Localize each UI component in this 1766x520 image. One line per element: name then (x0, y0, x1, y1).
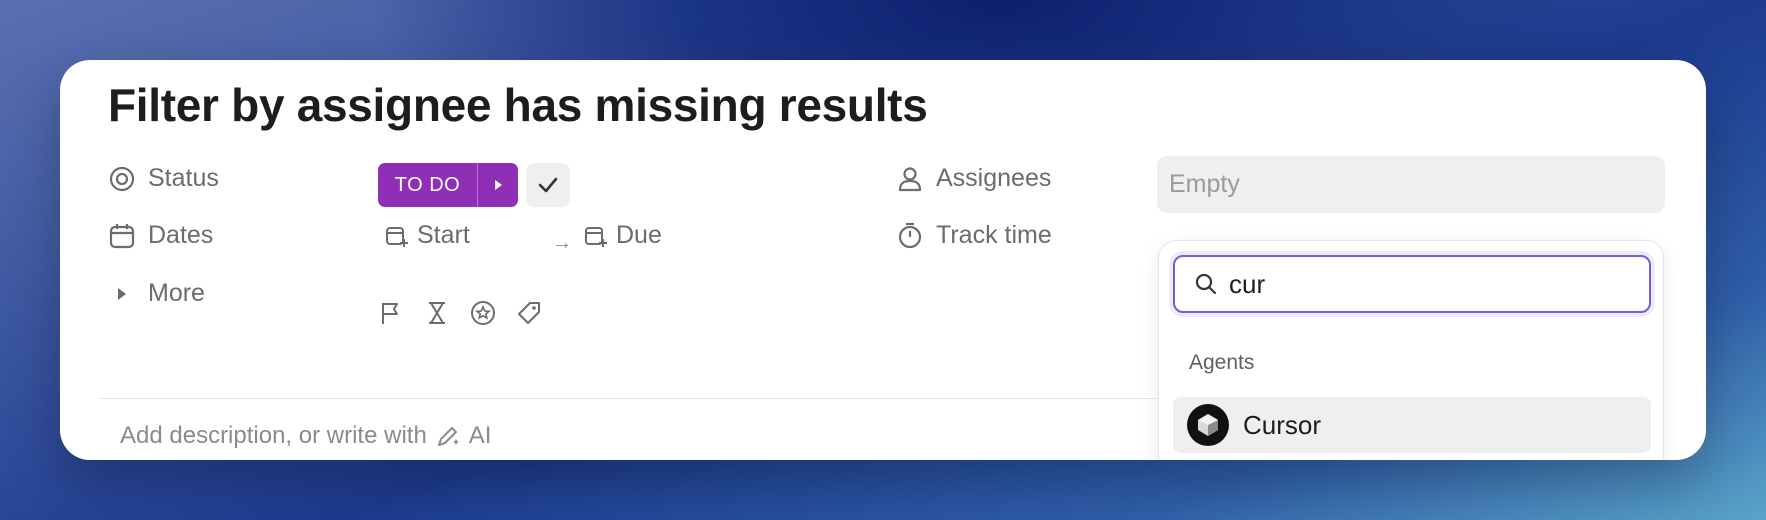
task-title[interactable]: Filter by assignee has missing results (108, 78, 928, 132)
description-placeholder: Add description, or write with (120, 422, 427, 449)
track-time-field-label: Track time (896, 221, 1052, 250)
due-date-button[interactable]: Due (584, 221, 662, 250)
cursor-logo-icon (1187, 404, 1229, 446)
start-date-button[interactable]: Start (385, 221, 470, 250)
status-icon (109, 166, 135, 191)
dates-field-label: Dates (108, 221, 213, 250)
track-time-label: Track time (936, 221, 1052, 249)
ai-pencil-icon (437, 427, 459, 446)
dates-label: Dates (148, 221, 214, 249)
due-date-label: Due (616, 221, 662, 249)
date-range-arrow: → (552, 232, 572, 254)
option-label: Cursor (1243, 409, 1322, 440)
hourglass-icon[interactable] (424, 300, 450, 326)
description-input[interactable]: Add description, or write with AI (120, 422, 491, 450)
next-status-button[interactable] (477, 163, 518, 207)
more-label: More (148, 279, 205, 307)
assignees-field-label: Assignees (896, 164, 1051, 193)
check-icon (538, 177, 558, 193)
calendar-plus-icon (585, 226, 607, 247)
assignees-label: Assignees (936, 164, 1052, 192)
timer-icon (898, 222, 922, 248)
complete-button[interactable] (526, 163, 570, 207)
flag-icon[interactable] (378, 300, 404, 326)
more-icon-row (378, 300, 542, 326)
assignee-search-input[interactable]: cur (1173, 255, 1651, 313)
status-field-label: Status (108, 164, 219, 193)
assignee-dropdown: cur Agents Cursor (1158, 240, 1664, 460)
more-toggle[interactable]: More (108, 279, 205, 308)
calendar-plus-icon (386, 226, 408, 247)
tag-icon[interactable] (516, 300, 542, 326)
status-label: Status (148, 164, 219, 192)
search-value: cur (1229, 268, 1266, 299)
caret-right-icon (495, 180, 502, 190)
start-date-label: Start (417, 221, 470, 249)
star-badge-icon[interactable] (470, 300, 496, 326)
status-button[interactable]: TO DO (378, 163, 518, 207)
assignee-option-cursor[interactable]: Cursor (1173, 397, 1651, 453)
caret-right-icon (118, 287, 126, 300)
assignees-input[interactable]: Empty (1157, 156, 1665, 213)
calendar-icon (109, 223, 135, 248)
status-value: TO DO (394, 173, 461, 196)
ai-label: AI (468, 422, 492, 449)
search-icon (1195, 273, 1217, 295)
task-card: Filter by assignee has missing results S… (60, 60, 1706, 460)
agents-group-label: Agents (1189, 351, 1255, 374)
person-icon (898, 166, 922, 191)
